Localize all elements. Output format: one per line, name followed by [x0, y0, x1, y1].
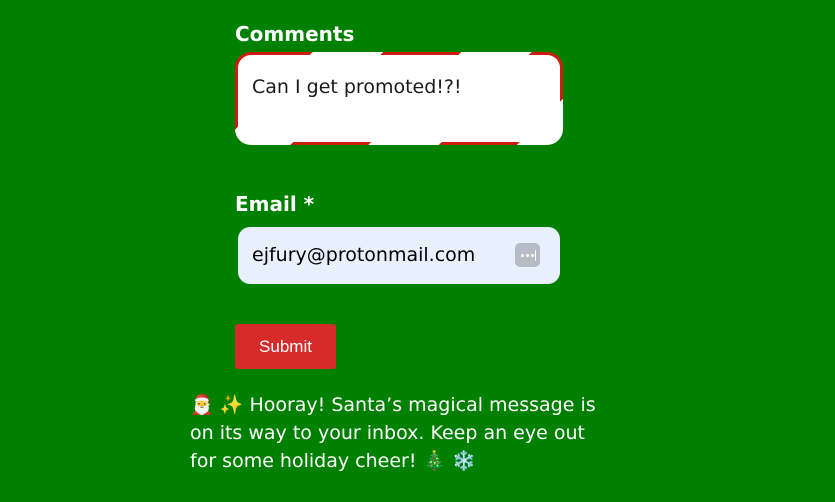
- email-value: ejfury@protonmail.com: [252, 244, 476, 266]
- email-field[interactable]: ejfury@protonmail.com: [238, 227, 560, 284]
- confirmation-message: 🎅 ✨ Hooray! Santa’s magical message is o…: [190, 391, 615, 475]
- email-label: Email *: [235, 192, 315, 216]
- password-manager-dots-icon[interactable]: [515, 243, 540, 267]
- sparkles-icon: ✨: [219, 394, 244, 416]
- snowflake-icon: ❄️: [452, 450, 476, 472]
- comments-text: Can I get promoted!?!: [252, 76, 462, 98]
- submit-button[interactable]: Submit: [235, 324, 336, 369]
- santa-icon: 🎅: [190, 394, 214, 416]
- comments-textarea[interactable]: Can I get promoted!?!: [235, 52, 563, 145]
- christmas-tree-icon: 🎄: [422, 450, 447, 472]
- comments-label: Comments: [235, 22, 355, 46]
- confirmation-text: Hooray! Santa’s magical message is on it…: [190, 394, 596, 472]
